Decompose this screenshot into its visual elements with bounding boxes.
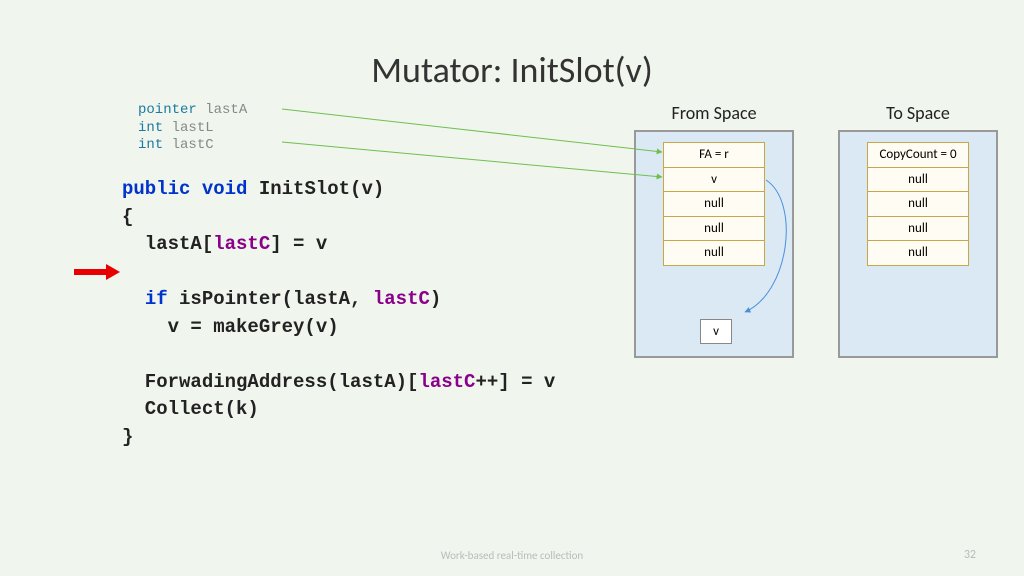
code-text: ] = v bbox=[270, 233, 327, 255]
page-number: 32 bbox=[964, 548, 976, 562]
cell: null bbox=[868, 168, 968, 193]
code-text: v = makeGrey(v) bbox=[122, 316, 339, 338]
code-block: public void InitSlot(v) { lastA[lastC] =… bbox=[122, 176, 555, 451]
execution-pointer-icon bbox=[72, 262, 120, 282]
var-type: int bbox=[138, 120, 163, 136]
var-type: int bbox=[138, 137, 163, 153]
slide-title: Mutator: InitSlot(v) bbox=[0, 0, 1024, 102]
var-name: lastA bbox=[205, 102, 247, 118]
var-name: lastC bbox=[172, 137, 214, 153]
to-space-cells: CopyCount = 0 null null null null bbox=[867, 142, 969, 266]
brace: } bbox=[122, 426, 133, 448]
value-box: v bbox=[700, 319, 732, 344]
var-declarations: pointer lastA int lastL int lastC bbox=[138, 102, 247, 155]
code-text: Collect(k) bbox=[122, 398, 259, 420]
from-space-label: From Space bbox=[634, 102, 794, 124]
code-text: ForwadingAddress(lastA)[ bbox=[122, 371, 418, 393]
keyword: void bbox=[202, 178, 248, 200]
identifier: lastC bbox=[373, 288, 430, 310]
cell: CopyCount = 0 bbox=[868, 143, 968, 168]
var-type: pointer bbox=[138, 102, 197, 118]
cell: null bbox=[664, 217, 764, 242]
keyword: public bbox=[122, 178, 190, 200]
cell: null bbox=[664, 192, 764, 217]
from-space-box: FA = r v null null null v bbox=[634, 130, 794, 358]
pointer-arrow-lastA bbox=[282, 109, 662, 152]
code-text: ++] = v bbox=[475, 371, 555, 393]
cell: FA = r bbox=[664, 143, 764, 168]
code-text: ) bbox=[430, 288, 441, 310]
var-name: lastL bbox=[172, 120, 214, 136]
keyword: if bbox=[145, 288, 168, 310]
identifier: lastC bbox=[213, 233, 270, 255]
cell: null bbox=[868, 192, 968, 217]
cell: null bbox=[868, 241, 968, 265]
cell: null bbox=[664, 241, 764, 265]
identifier: lastC bbox=[418, 371, 475, 393]
from-space-cells: FA = r v null null null bbox=[663, 142, 765, 266]
cell: v bbox=[664, 168, 764, 193]
brace: { bbox=[122, 206, 133, 228]
to-space-box: CopyCount = 0 null null null null bbox=[838, 130, 998, 358]
code-text: lastA[ bbox=[122, 233, 213, 255]
footer-text: Work-based real-time collection bbox=[0, 549, 1024, 562]
cell: null bbox=[868, 217, 968, 242]
to-space-label: To Space bbox=[838, 102, 998, 124]
code-text: isPointer(lastA, bbox=[168, 288, 373, 310]
method-name: InitSlot(v) bbox=[259, 178, 384, 200]
pointer-arrow-lastC bbox=[282, 142, 662, 177]
